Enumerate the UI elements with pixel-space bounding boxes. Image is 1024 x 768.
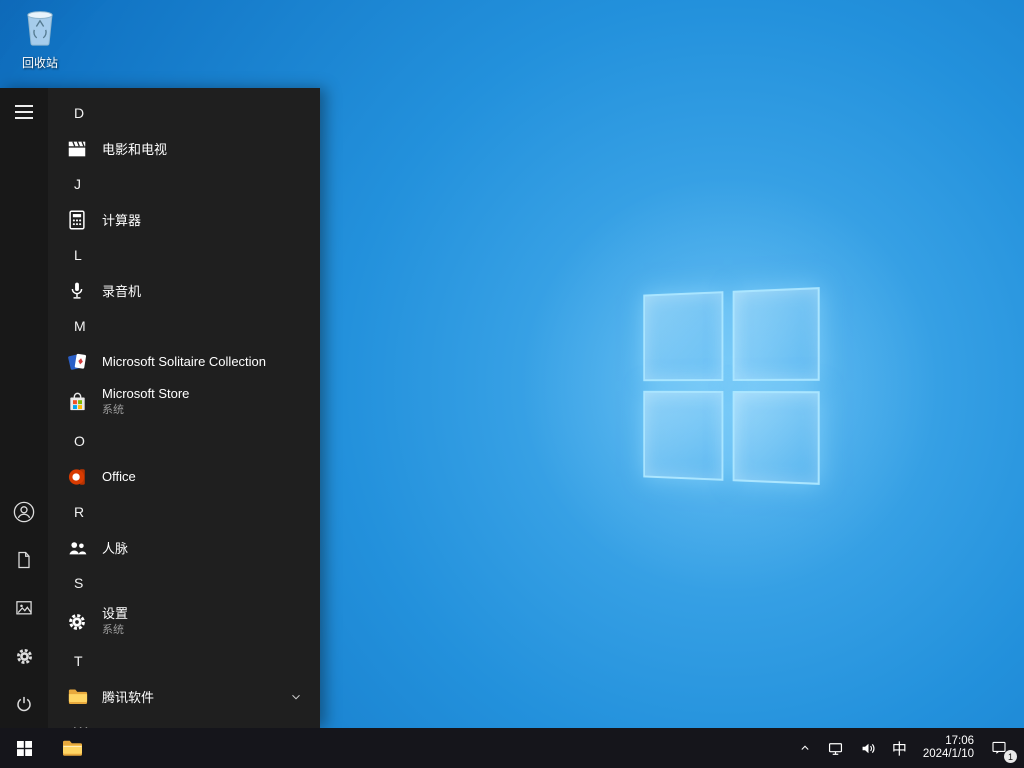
start-app-microsoft-store[interactable]: Microsoft Store 系统 [48, 380, 320, 424]
start-app-sublabel: 系统 [102, 624, 124, 637]
start-app-text: Microsoft Store 系统 [102, 386, 189, 417]
power-icon[interactable] [0, 680, 48, 728]
system-tray: 中 17:06 2024/1/10 1 [791, 728, 1024, 768]
start-section-letter-o[interactable]: O [48, 424, 320, 458]
file-explorer-folder-icon [63, 740, 82, 756]
start-section-letter-t[interactable]: T [48, 644, 320, 678]
start-app-list: D 电影和电视 J 计算器 L 录音机 M Microsoft Solitair… [48, 88, 320, 728]
start-menu: D 电影和电视 J 计算器 L 录音机 M Microsoft Solitair… [0, 88, 320, 728]
start-section-letter-w[interactable]: W [48, 715, 320, 728]
movies-tv-icon [64, 136, 90, 162]
start-app-label: Microsoft Store [102, 386, 190, 402]
notification-badge: 1 [1004, 750, 1017, 763]
clock-time: 17:06 [945, 735, 974, 747]
start-rail-bottom [0, 488, 48, 728]
start-menu-rail [0, 88, 48, 728]
clock-date: 2024/1/10 [922, 748, 974, 760]
start-section-letter-m[interactable]: M [48, 309, 320, 343]
start-app-label: 腾讯软件 [102, 690, 155, 705]
recycle-bin-icon [22, 6, 58, 53]
start-app-label: Microsoft Solitaire Collection [102, 354, 267, 369]
calculator-icon [64, 207, 90, 233]
network-icon[interactable] [819, 728, 852, 768]
start-app-settings[interactable]: 设置 系统 [48, 600, 320, 644]
settings-gear-icon[interactable] [0, 632, 48, 680]
start-app-solitaire[interactable]: Microsoft Solitaire Collection [48, 343, 320, 380]
start-app-movies-tv[interactable]: 电影和电视 [48, 130, 320, 167]
start-button[interactable] [0, 728, 48, 768]
recycle-bin-label: 回收站 [21, 56, 58, 70]
start-app-voice-recorder[interactable]: 录音机 [48, 272, 320, 309]
hamburger-menu-icon[interactable] [0, 88, 48, 136]
microphone-icon [64, 278, 90, 304]
user-account-icon[interactable] [0, 488, 48, 536]
start-section-letter-d[interactable]: D [48, 96, 320, 130]
office-icon [64, 464, 90, 490]
start-app-people[interactable]: 人脉 [48, 529, 320, 566]
start-app-label: Office [102, 469, 136, 484]
start-section-letter-r[interactable]: R [48, 495, 320, 529]
microsoft-store-icon [64, 389, 90, 415]
start-app-label: 人脉 [102, 541, 129, 556]
start-app-label: 计算器 [102, 213, 142, 228]
settings-gear-icon [64, 609, 90, 635]
start-app-label: 电影和电视 [102, 142, 168, 157]
documents-icon[interactable] [0, 536, 48, 584]
start-section-letter-s[interactable]: S [48, 566, 320, 600]
start-app-label: 录音机 [102, 284, 142, 299]
folder-icon [64, 684, 90, 710]
solitaire-cards-icon [64, 349, 90, 375]
volume-icon[interactable] [852, 728, 885, 768]
start-section-letter-l[interactable]: L [48, 238, 320, 272]
start-folder-tencent[interactable]: 腾讯软件 [48, 678, 320, 715]
start-section-letter-j[interactable]: J [48, 167, 320, 201]
pictures-icon[interactable] [0, 584, 48, 632]
action-center-button[interactable]: 1 [983, 728, 1020, 768]
windows-start-icon [16, 740, 32, 756]
start-app-office[interactable]: Office [48, 458, 320, 495]
start-app-text: 设置 系统 [102, 606, 128, 637]
tray-chevron-up-icon[interactable] [791, 728, 819, 768]
chevron-down-icon[interactable] [290, 691, 302, 703]
file-explorer-button[interactable] [48, 728, 96, 768]
taskbar-clock[interactable]: 17:06 2024/1/10 [914, 728, 983, 768]
start-app-label: 设置 [102, 606, 129, 622]
people-icon [64, 535, 90, 561]
start-app-calculator[interactable]: 计算器 [48, 201, 320, 238]
ime-language-indicator[interactable]: 中 [885, 728, 914, 768]
recycle-bin-desktop-icon[interactable]: 回收站 [8, 6, 72, 71]
start-app-sublabel: 系统 [102, 404, 124, 417]
taskbar: 中 17:06 2024/1/10 1 [0, 728, 1024, 768]
